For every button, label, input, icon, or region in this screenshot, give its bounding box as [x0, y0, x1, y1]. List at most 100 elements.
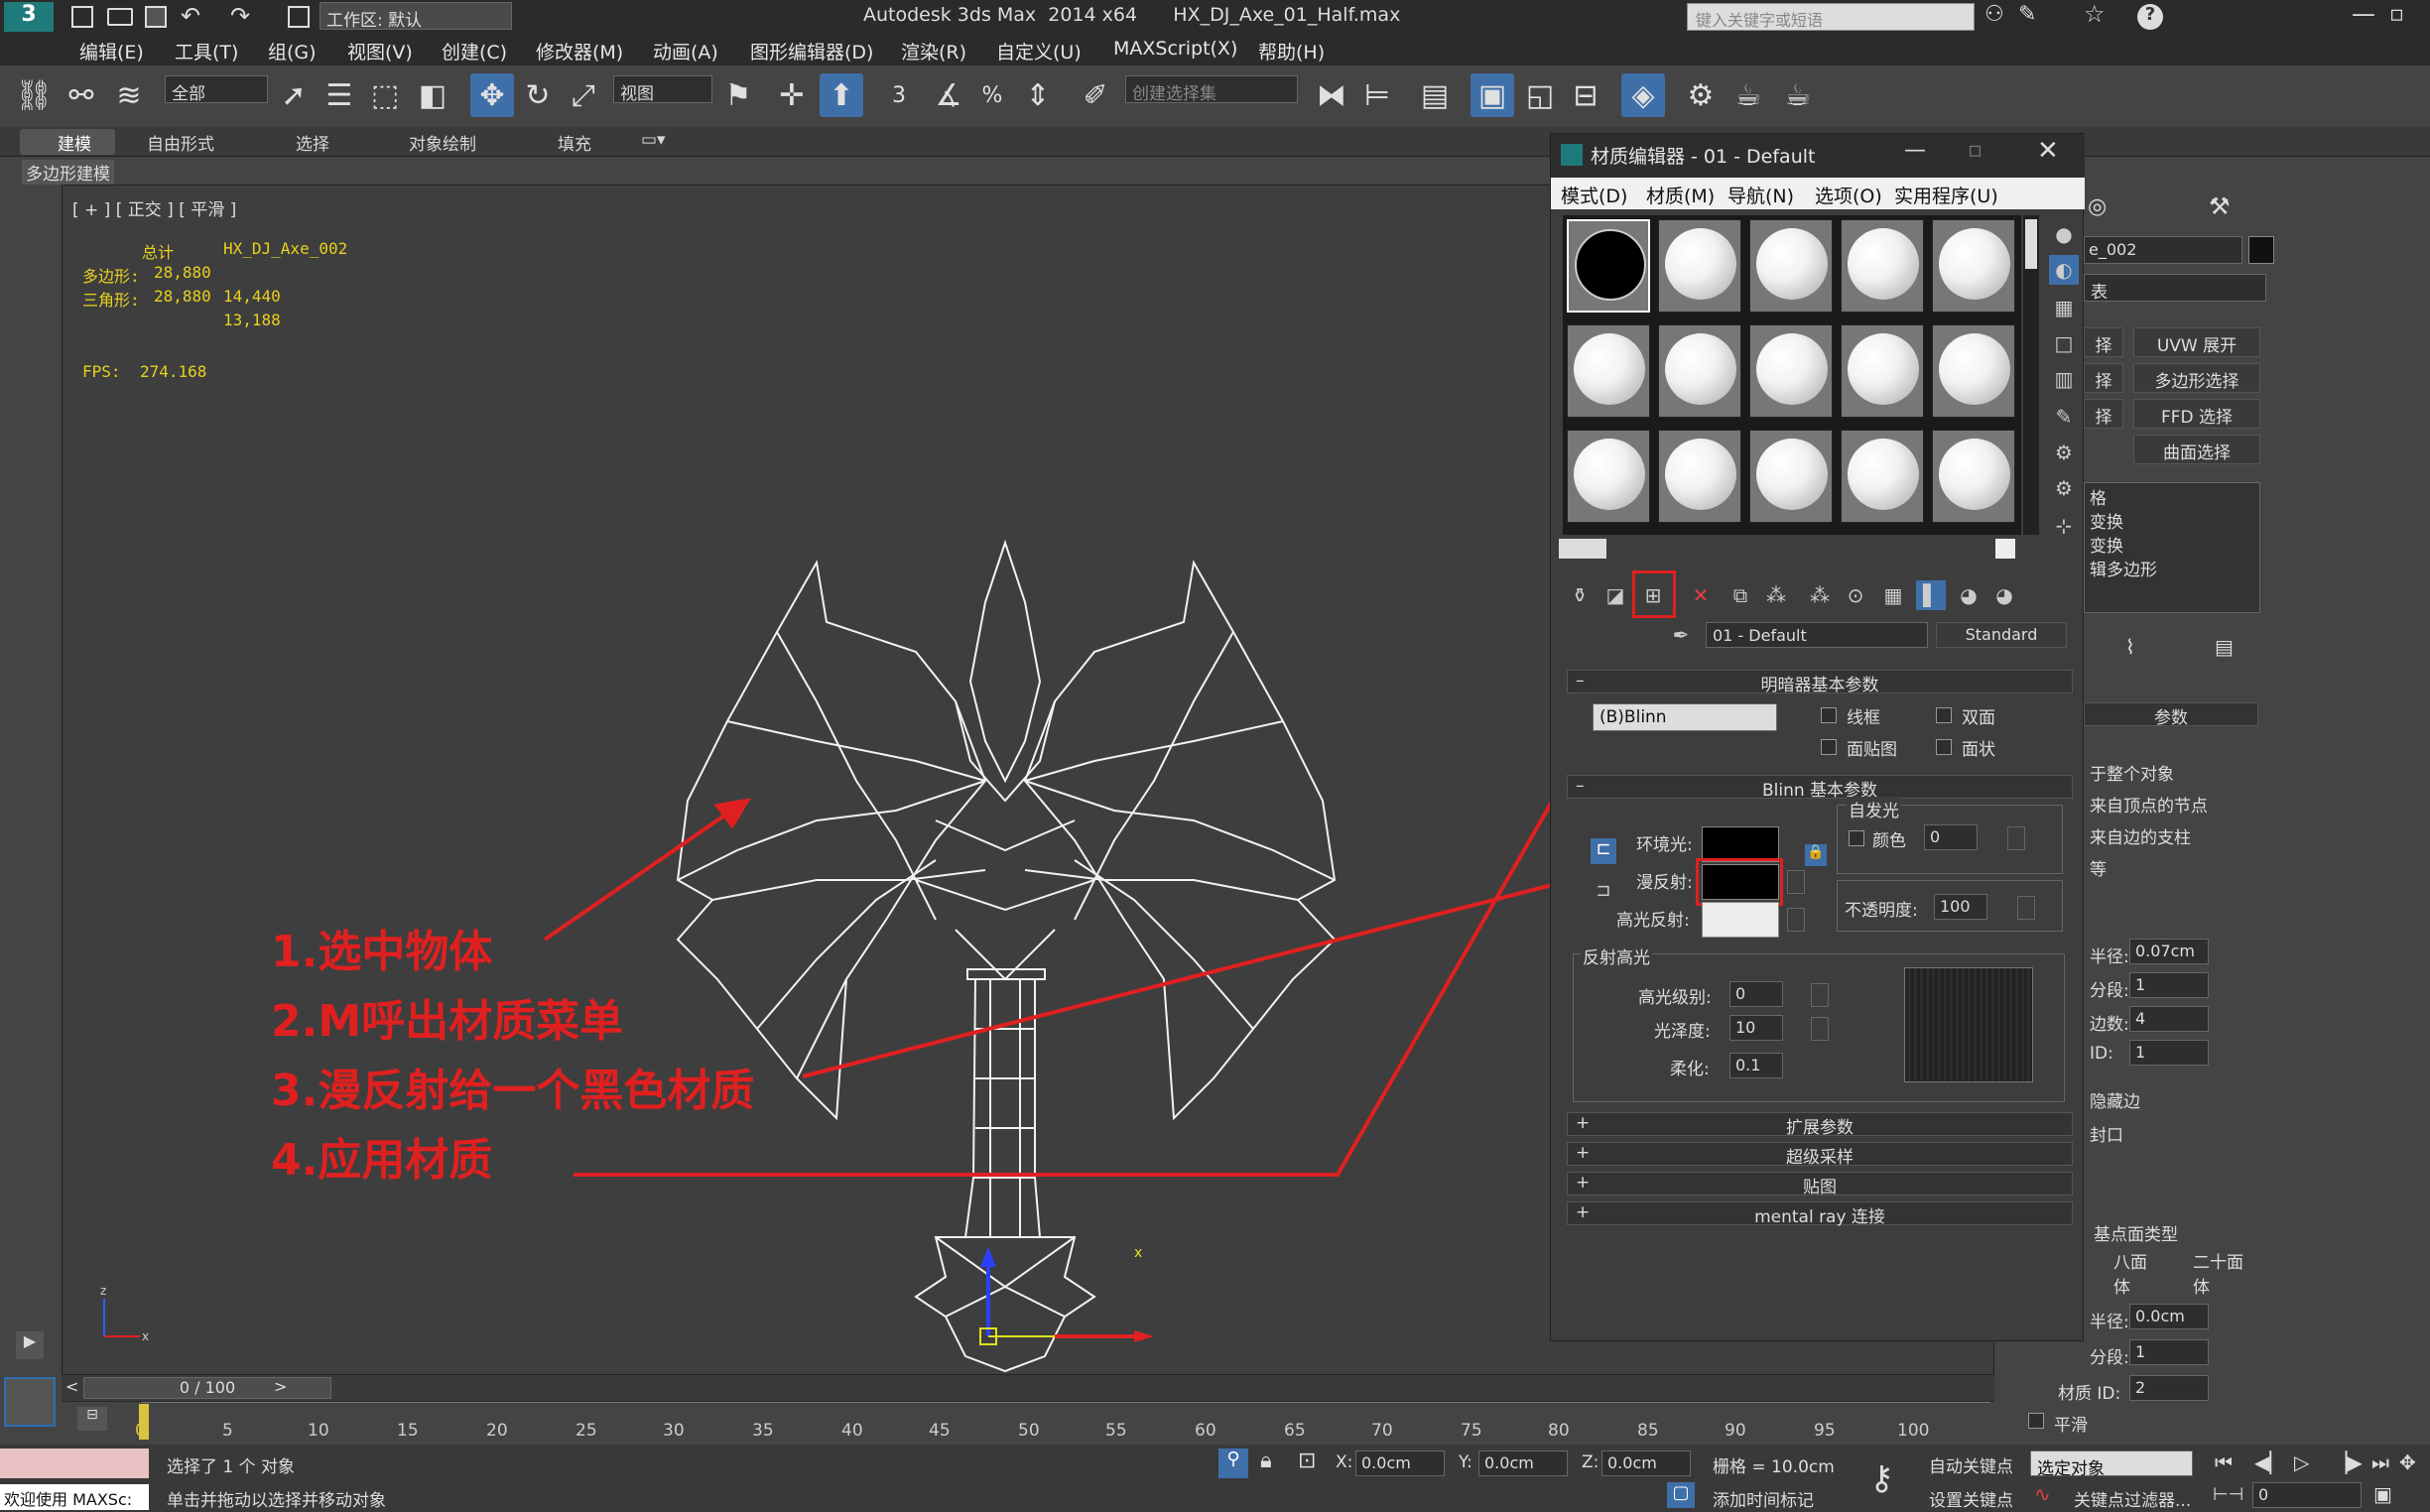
configure-modifiers-icon[interactable]: ▤ [2215, 635, 2234, 659]
mirror-icon[interactable]: ⧓ [1310, 73, 1353, 117]
stack-item-edit-poly[interactable]: 辑多边形 [2090, 556, 2157, 580]
menu-group[interactable]: 组(G) [268, 38, 317, 64]
spec-level-spinner[interactable]: 0 [1729, 981, 1783, 1007]
keyboard-shortcut-override-icon[interactable]: ⬆ [820, 73, 863, 117]
percent-snap-icon[interactable]: % [970, 73, 1014, 117]
prev-frame-icon[interactable]: ◀▏ [2254, 1450, 2285, 1474]
show-end-result-icon[interactable]: ▌ [1916, 580, 1946, 610]
ambient-diffuse-lock-icon[interactable]: ⊏ [1591, 838, 1616, 864]
self-illum-color-checkbox[interactable] [1849, 830, 1864, 846]
set-key-icon[interactable]: ⚷ [1869, 1458, 1894, 1498]
uvw-unwrap-button[interactable]: UVW 展开 [2133, 327, 2260, 357]
make-unique-icon[interactable]: ⁂ [1761, 580, 1791, 610]
ribbon-subtab-poly-modeling[interactable]: 多边形建模 [22, 160, 114, 185]
go-to-end-icon[interactable]: ⏭ [2371, 1450, 2389, 1474]
sample-slot-10[interactable] [1932, 324, 2015, 418]
snap-toggle-icon[interactable]: 3 [877, 73, 921, 117]
mat-menu-utilities[interactable]: 实用程序(U) [1894, 182, 1998, 208]
select-manipulate-icon[interactable]: ✛ [770, 73, 814, 117]
time-config-icon[interactable]: ▣ [2373, 1482, 2392, 1506]
material-navigator-icon[interactable]: ⊹ [2049, 511, 2079, 541]
material-editor-titlebar[interactable]: 材质编辑器 - 01 - Default — ▫ ✕ [1551, 134, 2085, 178]
pivot-center-icon[interactable]: ⚑ [716, 73, 760, 117]
mat-menu-material[interactable]: 材质(M) [1646, 182, 1715, 208]
sample-slot-9[interactable] [1841, 324, 1924, 418]
app-logo-icon[interactable]: 3 [4, 2, 54, 32]
absolute-mode-icon[interactable]: ⊡ [1298, 1449, 1316, 1473]
modifier-list-dropdown[interactable]: 表 [2084, 274, 2266, 303]
named-selection-dropdown[interactable]: 创建选择集 [1125, 75, 1298, 104]
make-copy-icon[interactable]: ⧉ [1726, 580, 1755, 610]
key-mode-icon[interactable]: ⊢⊣ [2213, 1484, 2243, 1505]
sample-slot-scrollbar[interactable] [2023, 215, 2039, 535]
isolate-selection-icon[interactable]: ⚲ [1218, 1449, 1248, 1478]
option-both[interactable]: 等 [2090, 855, 2107, 880]
next-frame-icon[interactable]: ▕▶ [2332, 1450, 2363, 1474]
sample-slot-13[interactable] [1749, 430, 1833, 523]
save-file-icon[interactable] [145, 6, 167, 28]
menu-rendering[interactable]: 渲染(R) [901, 38, 966, 64]
sample-slot-4[interactable] [1841, 219, 1924, 313]
select-by-name-icon[interactable]: ☰ [318, 73, 361, 117]
modifier-stub-1[interactable]: 择 [2084, 327, 2123, 357]
two-sided-checkbox[interactable] [1936, 707, 1952, 723]
menu-views[interactable]: 视图(V) [347, 38, 413, 64]
ribbon-tab-modeling[interactable]: 建模 [58, 130, 91, 155]
sample-slot-5[interactable] [1932, 219, 2015, 313]
search-input[interactable]: 键入关键字或短语 [1687, 3, 1975, 31]
go-to-parent-icon[interactable]: ◕ [1954, 580, 1983, 610]
menu-modifiers[interactable]: 修改器(M) [536, 38, 623, 64]
window-crossing-icon[interactable]: ◧ [411, 73, 454, 117]
menu-tools[interactable]: 工具(T) [175, 38, 238, 64]
link-icon[interactable]: ⛓ [12, 73, 56, 117]
self-illum-map-button[interactable] [2007, 826, 2025, 850]
ambient-color-swatch[interactable] [1702, 826, 1779, 862]
set-key-button[interactable]: 设置关键点 [1929, 1486, 2013, 1511]
align-icon[interactable]: ⊨ [1355, 73, 1399, 117]
time-tag-icon[interactable]: ▢ [1667, 1482, 1695, 1508]
render-setup-icon[interactable]: ⚙ [1679, 73, 1723, 117]
sample-slot-2[interactable] [1658, 219, 1741, 313]
add-time-tag[interactable]: 添加时间标记 [1713, 1486, 1814, 1511]
material-editor-close[interactable]: ✕ [2037, 136, 2059, 166]
select-rotate-icon[interactable]: ↻ [516, 73, 560, 117]
specular-map-button[interactable] [1787, 908, 1805, 932]
mat-menu-mode[interactable]: 模式(D) [1561, 182, 1627, 208]
option-whole-object[interactable]: 于整个对象 [2090, 760, 2174, 785]
segments-spinner[interactable]: 1 [2129, 972, 2209, 998]
sample-type-icon[interactable]: ● [2049, 219, 2079, 249]
supersampling-rollout[interactable]: + 超级采样 [1567, 1142, 2073, 1168]
spinner-snap-icon[interactable]: ⇕ [1016, 73, 1060, 117]
modifier-stub-2[interactable]: 择 [2084, 363, 2123, 393]
track-bar-toggle-icon[interactable]: ⊟ [77, 1407, 107, 1431]
key-filters-button[interactable]: 关键点过滤器... [2074, 1486, 2191, 1511]
blinn-basic-params-rollout[interactable]: – Blinn 基本参数 [1567, 775, 2073, 801]
select-by-material-icon[interactable]: ⚙ [2049, 473, 2079, 503]
z-coord-field[interactable]: 0.0cm [1601, 1450, 1691, 1476]
pin-stack-icon[interactable]: ⌇ [2125, 635, 2135, 659]
material-id-channel-icon[interactable]: ⊙ [1841, 580, 1870, 610]
uv-tiling-icon[interactable]: □ [2049, 328, 2079, 358]
modifier-stub-3[interactable]: 择 [2084, 399, 2123, 429]
sample-slot-hscroll[interactable] [1559, 539, 1606, 559]
open-file-icon[interactable] [107, 8, 133, 26]
menu-help[interactable]: 帮助(H) [1258, 38, 1325, 64]
sample-slot-1[interactable] [1567, 219, 1650, 313]
key-selection-set-dropdown[interactable]: 选定对象 [2030, 1450, 2193, 1479]
sides-spinner[interactable]: 4 [2129, 1006, 2209, 1032]
menu-customize[interactable]: 自定义(U) [996, 38, 1082, 64]
face-map-checkbox[interactable] [1821, 739, 1837, 755]
material-editor-maximize[interactable]: ▫ [1968, 138, 1982, 163]
mental-ray-rollout[interactable]: + mental ray 连接 [1567, 1201, 2073, 1227]
smooth-checkbox[interactable] [2028, 1413, 2044, 1429]
stack-item-xform-2[interactable]: 变换 [2090, 532, 2123, 557]
maps-rollout[interactable]: + 贴图 [1567, 1172, 2073, 1197]
sample-slot-14[interactable] [1841, 430, 1924, 523]
hidden-edges-option[interactable]: 隐藏边 [2090, 1087, 2140, 1112]
unlink-icon[interactable]: ⚯ [60, 73, 103, 117]
current-frame-field[interactable]: 0 [2252, 1482, 2362, 1508]
sample-slot-3[interactable] [1749, 219, 1833, 313]
options-icon[interactable]: ⚙ [2049, 438, 2079, 467]
sample-slot-8[interactable] [1749, 324, 1833, 418]
select-scale-icon[interactable]: ⤢ [562, 73, 605, 117]
